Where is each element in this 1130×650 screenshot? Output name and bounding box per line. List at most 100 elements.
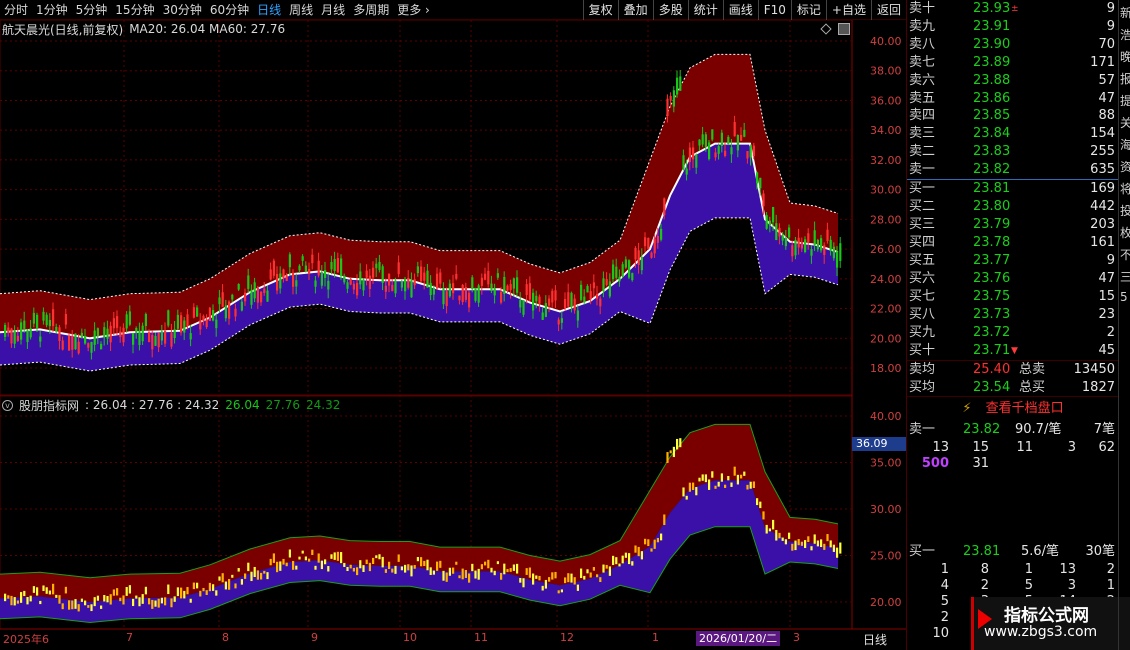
indicator-candle [650,548,653,552]
view-thousand-depth-button[interactable]: ⚡ 查看千档盘口 [907,398,1119,420]
bid-row[interactable]: 买五 23.77 9 [907,252,1119,270]
candle-body [148,332,151,343]
ask-row[interactable]: 卖二 23.83 255 [907,143,1119,161]
candle-body [781,235,784,241]
indicator-candle [74,599,77,609]
adjust-button[interactable]: 复权 [582,0,618,20]
tab-monthly[interactable]: 月线 [317,0,349,20]
bid-volume: 23 [1098,307,1115,322]
candle-body [765,215,768,229]
tab-more[interactable]: 更多 › [393,0,434,20]
bid-row[interactable]: 买九 23.72 2 [907,324,1119,342]
period-label[interactable]: 日线 [863,631,887,648]
candle-body [788,227,791,238]
ask-volume: 9 [1106,1,1115,16]
indicator-candle [87,605,90,608]
tab-weekly[interactable]: 周线 [285,0,317,20]
indicator-candle [836,547,839,558]
candle-body [237,284,240,290]
candle-body [535,295,538,302]
news-column-clipped[interactable]: 新浩晚报提关海资将投枚不三 5 [1118,0,1130,650]
ask-level-label: 卖三 [909,126,936,142]
multi-stock-button[interactable]: 多股 [652,0,688,20]
tab-30min[interactable]: 30分钟 [159,0,206,20]
indicator-title[interactable]: 股朋指标网 [19,397,79,414]
tab-multi-period[interactable]: 多周期 [349,0,393,20]
indicator-candle [724,484,727,488]
news-char: 晚 [1120,48,1130,65]
draw-line-button[interactable]: 画线 [722,0,758,20]
collapse-icon[interactable]: v [2,399,13,411]
ask-row[interactable]: 卖三 23.84 154 [907,125,1119,143]
bid-row[interactable]: 买七 23.75 15 [907,288,1119,306]
chart-area[interactable]: 40.00 38.00 36.00 34.00 32.00 30.00 28.00 26.00… [0,0,906,650]
bid-mark-icon: ▼ [1011,346,1018,356]
stock-title[interactable]: 航天晨光(日线,前复权) [2,21,123,38]
candle-body [112,318,115,329]
bid-row[interactable]: 买二 23.80 442 [907,198,1119,216]
indicator-candle [640,551,643,560]
ask-row[interactable]: 卖七 23.89 171 [907,54,1119,72]
add-watchlist-button[interactable]: +自选 [825,0,871,20]
indicator-candle [52,583,55,595]
ask-row[interactable]: 卖一 23.82 635 [907,161,1119,179]
tab-daily[interactable]: 日线 [253,0,285,20]
candle-body [676,77,679,95]
bid-row[interactable]: 买一 23.81 169 [907,180,1119,198]
indicator-header: v 股朋指标网 : 26.04 : 27.76 : 24.32 26.04 27… [2,397,340,413]
indicator-candle [36,587,39,596]
tab-1min[interactable]: 1分钟 [32,0,72,20]
candle-body [106,328,109,339]
tab-5min[interactable]: 5分钟 [72,0,112,20]
back-button[interactable]: 返回 [870,0,906,20]
ask-volume: 88 [1098,108,1115,124]
ask-row[interactable]: 卖六 23.88 57 [907,72,1119,90]
indicator-candle [192,582,195,590]
bid-row[interactable]: 买六 23.76 47 [907,270,1119,288]
tab-60min[interactable]: 60分钟 [206,0,253,20]
indicator-candle [170,598,173,608]
candle-body [288,254,291,268]
indicator-candle [410,565,413,577]
indicator-candle [250,571,253,582]
candle-body [429,282,432,296]
indicator-candle [807,536,810,543]
ask-row[interactable]: 卖八 23.90 70 [907,36,1119,54]
indicator-candle [669,450,672,454]
tab-timeshare[interactable]: 分时 [0,0,32,20]
candle-body [164,330,167,344]
square-icon[interactable] [838,23,850,35]
indicator-candle [378,554,381,560]
candle-body [557,319,560,325]
ask-row[interactable]: 卖十 23.93 ±9 [907,0,1119,18]
candle-body [180,315,183,333]
indicator-candle [116,588,119,596]
overlay-button[interactable]: 叠加 [617,0,653,20]
bid-row[interactable]: 买三 23.79 203 [907,216,1119,234]
bid-row[interactable]: 买四 23.78 161 [907,234,1119,252]
mark-button[interactable]: 标记 [790,0,826,20]
indicator-candle [186,587,189,595]
candle-body [714,152,717,158]
bid-volume: 45 [1098,343,1115,358]
news-char: 将 [1120,180,1130,197]
indicator-candle [304,556,307,561]
indicator-candle [301,550,304,554]
f10-button[interactable]: F10 [757,0,791,20]
stats-button[interactable]: 统计 [687,0,723,20]
bid-row[interactable]: 买八 23.73 23 [907,306,1119,324]
indicator-candle [704,474,707,483]
ask-row[interactable]: 卖五 23.86 47 [907,90,1119,108]
candle-body [423,272,426,281]
indicator-values: : 26.04 : 27.76 : 24.32 [85,398,220,412]
ask-row[interactable]: 卖九 23.91 9 [907,18,1119,36]
candle-body [736,135,739,151]
indicator-candle [218,576,221,581]
bid-row[interactable]: 买十 23.71 ▼ 45 [907,342,1119,360]
candle-body [631,273,634,281]
tab-15min[interactable]: 15分钟 [111,0,158,20]
indicator-candle [157,598,160,608]
bid-price: 23.76 [973,271,1011,286]
candle-body [455,273,458,279]
ask-row[interactable]: 卖四 23.85 88 [907,107,1119,125]
